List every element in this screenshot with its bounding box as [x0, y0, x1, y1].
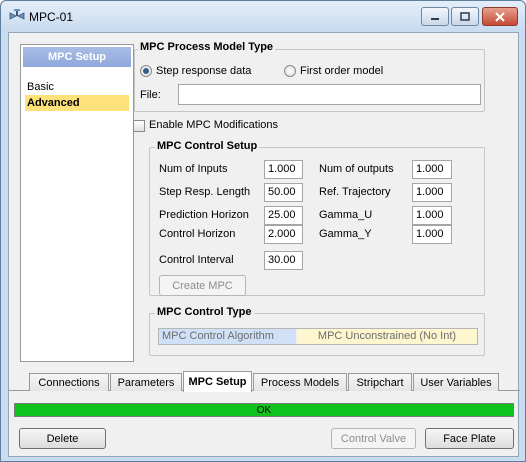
control-horizon-field[interactable]: 2.000 [264, 225, 303, 244]
gamma-u-field[interactable]: 1.000 [412, 206, 452, 225]
tab-bar: Connections Parameters MPC Setup Process… [9, 371, 520, 392]
tab-user-variables[interactable]: User Variables [413, 373, 499, 391]
gamma-y-label: Gamma_Y [319, 228, 372, 240]
control-interval-field[interactable]: 30.00 [264, 251, 303, 270]
ref-trajectory-label: Ref. Trajectory [319, 186, 391, 198]
ref-trajectory-field[interactable]: 1.000 [412, 183, 452, 202]
control-setup-title: MPC Control Setup [155, 140, 260, 152]
minimize-button[interactable] [421, 7, 449, 26]
file-input[interactable] [178, 84, 481, 105]
first-order-radio[interactable] [284, 65, 296, 77]
prediction-horizon-label: Prediction Horizon [159, 209, 249, 221]
num-outputs-label: Num of outputs [319, 163, 394, 175]
algorithm-select[interactable]: MPC Control Algorithm MPC Unconstrained … [158, 328, 478, 345]
num-inputs-label: Num of Inputs [159, 163, 228, 175]
control-interval-label: Control Interval [159, 254, 234, 266]
process-model-title: MPC Process Model Type [138, 41, 276, 53]
delete-button[interactable]: Delete [19, 428, 106, 449]
control-type-title: MPC Control Type [155, 306, 254, 318]
close-icon [495, 11, 505, 22]
gamma-y-field[interactable]: 1.000 [412, 225, 452, 244]
step-resp-length-label: Step Resp. Length [159, 186, 251, 198]
algorithm-label: MPC Control Algorithm [159, 329, 296, 344]
title-bar[interactable]: MPC-01 [1, 1, 525, 31]
tab-parameters[interactable]: Parameters [110, 373, 182, 391]
enable-mods-checkbox[interactable] [133, 120, 145, 132]
control-valve-button[interactable]: Control Valve [331, 428, 416, 449]
maximize-button[interactable] [451, 7, 479, 26]
nav-item-basic[interactable]: Basic [25, 79, 129, 95]
tab-connections[interactable]: Connections [29, 373, 109, 391]
tab-stripchart[interactable]: Stripchart [348, 373, 412, 391]
close-button[interactable] [482, 7, 518, 26]
mpc-window: MPC-01 MPC Setup Basic Advanced MPC Proc… [0, 0, 526, 462]
create-mpc-button[interactable]: Create MPC [159, 275, 246, 296]
num-inputs-field[interactable]: 1.000 [264, 160, 303, 179]
file-label: File: [140, 89, 161, 101]
maximize-icon [460, 12, 470, 21]
tab-mpc-setup[interactable]: MPC Setup [183, 371, 252, 392]
window-title: MPC-01 [29, 10, 74, 24]
num-outputs-field[interactable]: 1.000 [412, 160, 452, 179]
prediction-horizon-field[interactable]: 25.00 [264, 206, 303, 225]
valve-icon [9, 9, 25, 20]
status-bar: OK [14, 403, 514, 417]
face-plate-button[interactable]: Face Plate [425, 428, 514, 449]
control-horizon-label: Control Horizon [159, 228, 236, 240]
gamma-u-label: Gamma_U [319, 209, 373, 221]
tab-process-models[interactable]: Process Models [253, 373, 347, 391]
algorithm-value: MPC Unconstrained (No Int) [297, 329, 477, 344]
minimize-icon [431, 17, 439, 20]
enable-mods-label: Enable MPC Modifications [149, 119, 279, 131]
step-response-radio[interactable] [140, 65, 152, 77]
nav-header: MPC Setup [23, 47, 131, 67]
first-order-label: First order model [300, 65, 384, 77]
step-response-label: Step response data [156, 65, 252, 77]
step-resp-length-field[interactable]: 50.00 [264, 183, 303, 202]
setup-nav: MPC Setup Basic Advanced [20, 44, 134, 362]
client-area: MPC Setup Basic Advanced MPC Process Mod… [8, 32, 520, 457]
nav-item-advanced[interactable]: Advanced [25, 95, 129, 111]
